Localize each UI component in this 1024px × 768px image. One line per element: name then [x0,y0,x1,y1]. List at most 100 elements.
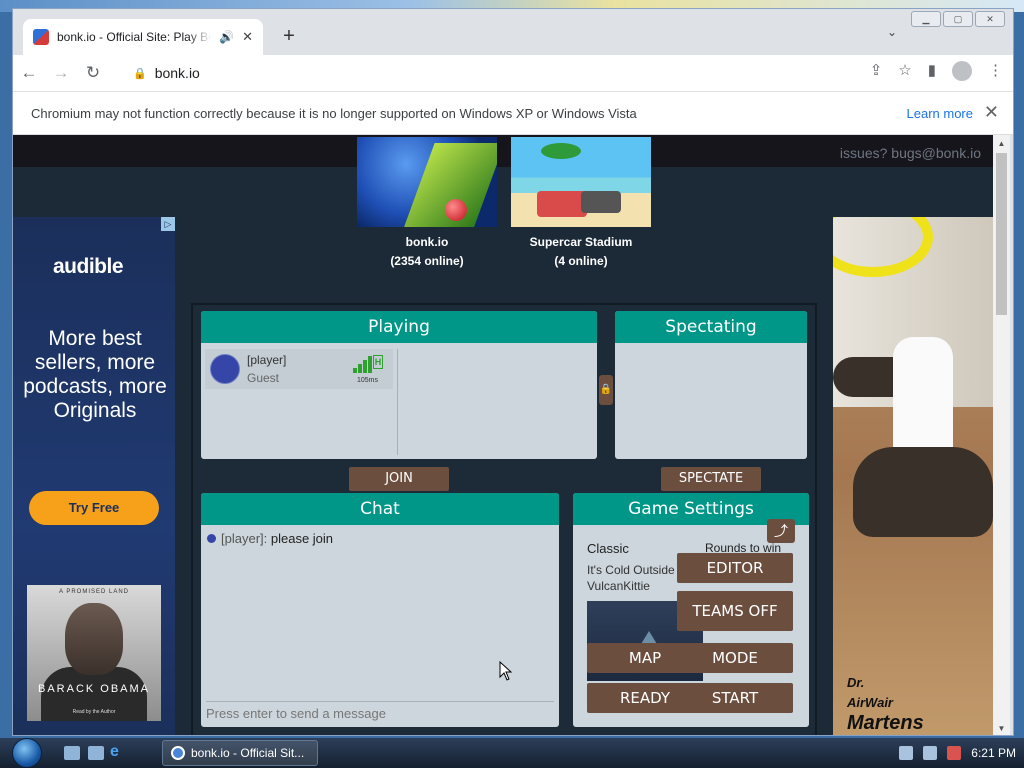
scroll-up-arrow-icon[interactable]: ▲ [993,135,1010,152]
windows-taskbar: e bonk.io - Official Sit... 6:21 PM [0,738,1024,768]
taskbar-window-label: bonk.io - Official Sit... [191,746,305,760]
join-button[interactable]: JOIN [349,467,449,491]
tab-title: bonk.io - Official Site: Play Bonk [57,30,212,44]
spectating-header: Spectating [615,311,807,343]
share-icon[interactable]: ⇪ [870,61,883,81]
browser-toolbar: ← → ↻ 🔒 bonk.io ⇪ ☆ ▮ ⋮ [13,55,1013,91]
book-subtitle: Read by the Author [72,709,116,715]
show-desktop-icon[interactable] [64,746,80,760]
playing-panel: Playing [player] Guest H 105ms [201,311,597,459]
windows-logo-icon [12,738,42,768]
team-divider [397,349,398,455]
player-card[interactable]: [player] Guest H 105ms [205,349,393,389]
start-button[interactable]: START [677,683,793,713]
host-badge-icon: H [373,355,383,369]
back-arrow-icon[interactable]: ← [13,63,45,83]
page-scrollbar[interactable]: ▲ ▼ [993,135,1010,735]
ad-headline: More best sellers, more podcasts, more O… [23,327,167,422]
player-rank: Guest [247,371,280,385]
book-cover-image: A PROMISED LAND BARACK OBAMA Read by the… [27,585,161,721]
map-author: VulcanKittie [587,579,650,593]
tab-search-chevron-icon[interactable]: ⌄ [887,25,897,39]
lock-icon: 🔒 [133,67,147,80]
game-name: Supercar Stadium [529,235,633,249]
spectate-button[interactable]: SPECTATE [661,467,761,491]
dr-martens-logo: Dr. AirWair Martens [847,675,924,734]
url-text: bonk.io [154,65,200,81]
switch-windows-icon[interactable] [88,746,104,760]
spectating-panel: Spectating [615,311,807,459]
maximize-button[interactable]: ▢ [943,11,973,27]
connection-signal-icon: H [353,355,383,373]
scroll-down-arrow-icon[interactable]: ▼ [993,720,1010,735]
game-mode-label: Classic [587,541,629,556]
bookmark-star-icon[interactable]: ☆ [898,61,911,81]
game-label-bonk[interactable]: bonk.io (2354 online) [347,233,507,271]
game-label-supercar[interactable]: Supercar Stadium (4 online) [501,233,661,271]
playing-header: Playing [201,311,597,343]
infobar-close-icon[interactable]: ✕ [984,102,999,123]
player-avatar [210,354,240,384]
side-panel-icon[interactable]: ▮ [928,61,936,81]
chat-panel: Chat [player]: please join Press enter t… [201,493,559,727]
game-online-count: (2354 online) [390,254,464,268]
chat-author: [player]: [221,531,268,546]
volume-muted-icon[interactable] [947,746,962,760]
book-top-text: A PROMISED LAND [58,589,129,595]
site-header: issues? bugs@bonk.io [13,135,993,167]
system-tray: 6:21 PM [899,746,1016,760]
tab-strip: bonk.io - Official Site: Play Bonk 🔊 ✕ +… [13,9,1013,55]
browser-window: bonk.io - Official Site: Play Bonk 🔊 ✕ +… [12,8,1014,736]
minimize-button[interactable]: ▁ [911,11,941,27]
speaker-icon[interactable]: 🔊 [219,30,234,44]
computer-icon[interactable] [923,746,938,760]
scroll-thumb[interactable] [996,153,1007,315]
game-settings-panel: Game Settings ⤴ Classic Rounds to win It… [573,493,809,727]
forward-arrow-icon[interactable]: → [45,63,77,83]
unsupported-os-infobar: Chromium may not function correctly beca… [13,91,1013,135]
chromium-icon [171,746,185,760]
audible-logo: audible [53,255,124,278]
mode-button[interactable]: MODE [677,643,793,673]
player-ping: 105ms [357,377,379,384]
start-button[interactable] [8,738,48,768]
share-room-icon[interactable]: ⤴ [767,519,795,543]
game-thumbnail-bonk[interactable] [357,137,497,227]
close-window-button[interactable]: ✕ [975,11,1005,27]
new-tab-button[interactable]: + [275,23,303,51]
chat-message: [player]: please join [207,531,333,546]
internet-explorer-icon[interactable]: e [110,743,119,761]
adchoices-icon[interactable]: ▷ [161,217,175,231]
chat-header: Chat [201,493,559,525]
chat-input[interactable]: Press enter to send a message [206,701,554,723]
network-icon[interactable] [899,746,914,760]
learn-more-link[interactable]: Learn more [907,106,973,121]
book-author-name: BARACK OBAMA [37,683,151,695]
mouse-cursor-icon [499,661,513,681]
dr-martens-advertisement[interactable]: Dr. AirWair Martens [833,217,993,735]
taskbar-browser-button[interactable]: bonk.io - Official Sit... [162,740,318,766]
chat-text: please join [270,531,334,546]
try-free-button[interactable]: Try Free [29,491,159,525]
player-name: [player] [247,353,287,367]
browser-tab[interactable]: bonk.io - Official Site: Play Bonk 🔊 ✕ [23,19,263,55]
menu-kebab-icon[interactable]: ⋮ [988,61,1003,81]
game-name: bonk.io [405,235,449,249]
chat-team-dot [207,534,216,543]
lock-teams-icon[interactable]: 🔒 [599,375,613,405]
tab-close-icon[interactable]: ✕ [242,29,253,45]
audible-advertisement[interactable]: ▷ audible More best sellers, more podcas… [13,217,175,735]
reload-icon[interactable]: ↻ [77,63,109,83]
issues-contact-link[interactable]: issues? bugs@bonk.io [840,145,981,161]
bonk-favicon-icon [33,29,49,45]
toolbar-actions: ⇪ ☆ ▮ ⋮ [870,61,1003,81]
teams-toggle-button[interactable]: TEAMS OFF [677,591,793,631]
game-online-count: (4 online) [554,254,608,268]
profile-avatar-icon[interactable] [952,61,972,81]
clock[interactable]: 6:21 PM [971,746,1016,760]
game-thumbnail-supercar[interactable] [511,137,651,227]
editor-button[interactable]: EDITOR [677,553,793,583]
infobar-message: Chromium may not function correctly beca… [31,105,637,121]
page-content: issues? bugs@bonk.io bonk.io (2354 onlin… [13,135,993,735]
window-controls: ▁ ▢ ✕ [911,11,1005,27]
